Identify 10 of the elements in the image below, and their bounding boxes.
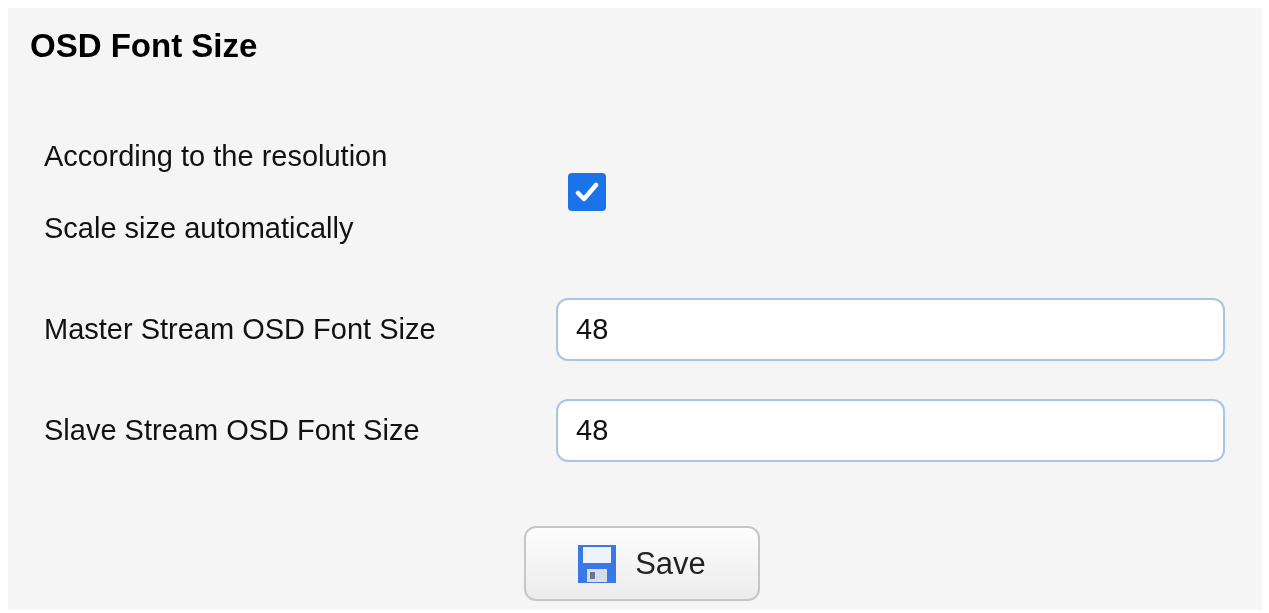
panel-title: OSD Font Size <box>30 26 259 66</box>
save-button[interactable]: Save <box>523 526 760 601</box>
checkbox[interactable] <box>568 173 606 211</box>
field-label: Master Stream OSD Font Size <box>44 313 437 346</box>
input-field[interactable]: 48 <box>556 399 1225 462</box>
checkbox-label: Scale size automatically <box>44 211 355 246</box>
checkmark-icon <box>575 181 599 203</box>
field-label: Slave Stream OSD Font Size <box>44 414 421 447</box>
checkbox-label: According to the resolution <box>44 139 389 174</box>
input-field[interactable]: 48 <box>556 298 1225 361</box>
